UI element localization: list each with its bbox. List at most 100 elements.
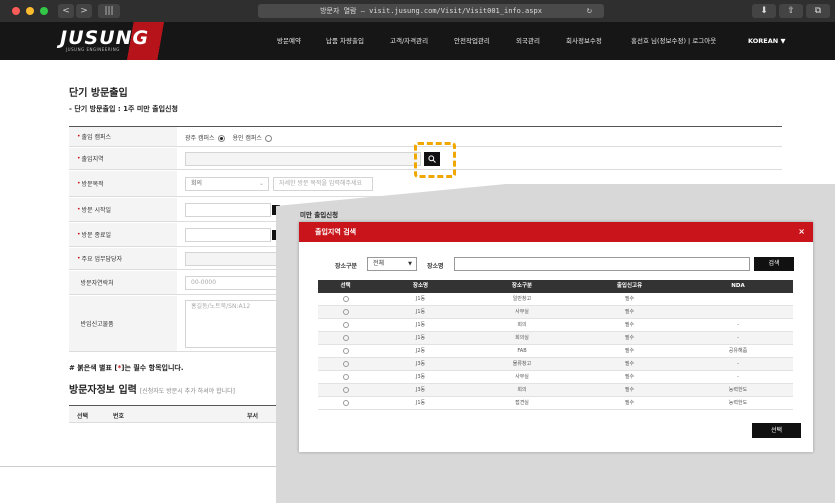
table-row[interactable]: J1동 회의실 필수 - bbox=[318, 332, 793, 345]
nav-visit-reservation[interactable]: 방문예약 bbox=[277, 22, 301, 60]
row-select-radio[interactable] bbox=[342, 373, 349, 380]
table-row[interactable]: J3동 물류창고 필수 - bbox=[318, 358, 793, 371]
col-select: 선택 bbox=[77, 413, 89, 420]
share-button[interactable]: ⇧ bbox=[779, 4, 803, 18]
modal-search-button[interactable]: 검색 bbox=[754, 257, 794, 271]
modal-select-button[interactable]: 선택 bbox=[752, 423, 801, 438]
campus-radio-gwangju[interactable] bbox=[217, 135, 225, 142]
table-row[interactable]: J1동 회의 필수 - bbox=[318, 319, 793, 332]
close-icon[interactable]: × bbox=[798, 222, 805, 242]
table-row[interactable]: J1동 일반창고 필수 bbox=[318, 293, 793, 306]
field-label: • 출입지역 bbox=[69, 148, 177, 169]
nav-user-logout[interactable]: 홍선호 님(정보수정) | 로그아웃 bbox=[631, 22, 716, 60]
place-name-cell: J1동 bbox=[415, 309, 426, 315]
close-window-button[interactable] bbox=[12, 7, 20, 15]
place-name-cell: J1동 bbox=[415, 296, 426, 302]
place-type-cell: 회의 bbox=[517, 322, 527, 328]
purpose-detail-input[interactable]: 자세한 방문 목적을 입력해주세요 bbox=[273, 177, 373, 191]
screen: < > ||| 방문자 열람 — visit.jusung.com/Visit/… bbox=[0, 0, 835, 503]
place-type-cell: 일반창고 bbox=[512, 296, 532, 302]
nav-safety-work[interactable]: 안전작업관리 bbox=[454, 22, 490, 60]
page-subtitle: - 단기 방문출입 : 1주 미만 출입신청 bbox=[69, 105, 178, 113]
minimize-window-button[interactable] bbox=[26, 7, 34, 15]
col-place-name: 장소명 bbox=[373, 280, 468, 293]
row-select-radio[interactable] bbox=[342, 295, 349, 302]
purpose-select[interactable]: 회의 ⌄ bbox=[185, 177, 269, 191]
place-type-label: 장소구분 bbox=[335, 263, 358, 270]
campus-radio-group: 광주 캠퍼스 용인 캠퍼스 bbox=[185, 133, 278, 142]
page-title: 단기 방문출입 bbox=[69, 88, 128, 99]
entry-report-cell: 필수 bbox=[624, 296, 635, 302]
entry-report-cell: 필수 bbox=[624, 322, 635, 328]
row-select-radio[interactable] bbox=[342, 321, 349, 328]
downloads-button[interactable]: ⬇ bbox=[752, 4, 776, 18]
place-type-cell: 회의실 bbox=[515, 335, 529, 341]
tabs-overview-button[interactable]: ⧉ bbox=[806, 4, 830, 18]
table-row[interactable]: J1동 사무실 필수 bbox=[318, 306, 793, 319]
field-label: • 반입신고물품 bbox=[69, 296, 177, 351]
row-select-radio[interactable] bbox=[342, 347, 349, 354]
field-label: • 방문자연락처 bbox=[69, 271, 177, 294]
phone-input[interactable]: 00-0000 bbox=[185, 276, 279, 290]
campus-option-label: 용인 캠퍼스 bbox=[232, 135, 262, 142]
place-type-cell: 사무실 bbox=[515, 374, 529, 380]
entry-report-cell: 필수 bbox=[624, 309, 635, 315]
field-label: • 출입 캠퍼스 bbox=[69, 127, 177, 146]
nav-customer-management[interactable]: 고객/자격관리 bbox=[390, 22, 428, 60]
row-select-radio[interactable] bbox=[342, 360, 349, 367]
col-department: 부서 bbox=[247, 413, 259, 420]
row-select-radio[interactable] bbox=[342, 386, 349, 393]
place-name-input[interactable] bbox=[454, 257, 750, 271]
field-label: • 방문 시작일 bbox=[69, 198, 177, 221]
row-select-cell bbox=[318, 371, 373, 384]
place-name-cell: J1동 bbox=[415, 322, 426, 328]
place-type-select[interactable]: 전체 ▼ bbox=[367, 257, 417, 271]
place-name-cell: J1동 bbox=[415, 335, 426, 341]
forward-button[interactable]: > bbox=[76, 4, 92, 18]
col-select: 선택 bbox=[318, 280, 373, 293]
table-row[interactable]: J2동 FAB 필수 공유해줌 bbox=[318, 345, 793, 358]
manager-input[interactable] bbox=[185, 252, 279, 266]
place-type-cell: 접견실 bbox=[515, 400, 529, 406]
address-bar[interactable]: 방문자 열람 — visit.jusung.com/Visit/Visit001… bbox=[258, 4, 604, 18]
field-label: • 방문 종료일 bbox=[69, 223, 177, 246]
row-select-cell bbox=[318, 319, 373, 332]
zoom-window-button[interactable] bbox=[40, 7, 48, 15]
row-select-cell bbox=[318, 345, 373, 358]
row-select-radio[interactable] bbox=[342, 399, 349, 406]
entry-report-cell: 필수 bbox=[624, 400, 635, 406]
site-logo[interactable]: JUSUNG bbox=[60, 27, 149, 49]
place-type-cell: 회의 bbox=[517, 387, 527, 393]
place-name-cell: J3동 bbox=[415, 361, 426, 367]
col-nda: NDA bbox=[683, 280, 793, 293]
sidebar-toggle-icon[interactable]: ||| bbox=[98, 4, 120, 18]
reload-icon[interactable]: ↻ bbox=[587, 4, 592, 18]
nav-foreign-management[interactable]: 외국관리 bbox=[516, 22, 540, 60]
nda-cell: 능력한도 bbox=[728, 400, 748, 406]
table-row[interactable]: J3동 사무실 필수 - bbox=[318, 371, 793, 384]
campus-radio-yongin[interactable] bbox=[264, 135, 272, 142]
nav-company-info[interactable]: 회사정보수정 bbox=[566, 22, 602, 60]
row-select-radio[interactable] bbox=[342, 308, 349, 315]
row-select-radio[interactable] bbox=[342, 334, 349, 341]
place-type-cell: 물류창고 bbox=[512, 361, 532, 367]
entry-report-cell: 필수 bbox=[624, 348, 635, 354]
chevron-down-icon: ▼ bbox=[408, 261, 412, 267]
nda-cell: - bbox=[737, 335, 739, 341]
language-selector[interactable]: KOREAN ▼ bbox=[748, 22, 785, 60]
row-select-cell bbox=[318, 358, 373, 371]
start-date-input[interactable] bbox=[185, 203, 271, 217]
table-row[interactable]: J1동 접견실 필수 능력한도 bbox=[318, 397, 793, 410]
entry-report-cell: 필수 bbox=[624, 374, 635, 380]
back-button[interactable]: < bbox=[58, 4, 74, 18]
col-number: 번호 bbox=[113, 413, 125, 420]
table-row[interactable]: J3동 회의 필수 능력한도 bbox=[318, 384, 793, 397]
nda-cell: - bbox=[737, 322, 739, 328]
area-input[interactable] bbox=[185, 152, 421, 166]
items-textarea[interactable]: 홍길동/노트북/SN:A12 bbox=[185, 300, 279, 348]
nav-vehicle-entry[interactable]: 납품 차량출입 bbox=[326, 22, 364, 60]
row-select-cell bbox=[318, 306, 373, 319]
site-header: JUSUNG JUSUNG ENGINEERING 방문예약 납품 차량출입 고… bbox=[0, 22, 835, 60]
col-place-type: 장소구분 bbox=[468, 280, 576, 293]
end-date-input[interactable] bbox=[185, 228, 271, 242]
